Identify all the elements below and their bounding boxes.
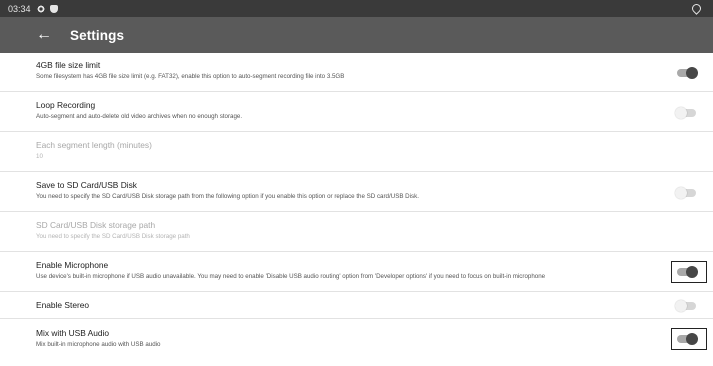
setting-title: Enable Stereo <box>36 300 90 310</box>
switch-knob <box>675 186 687 199</box>
setting-sd-storage-path: SD Card/USB Disk storage path You need t… <box>0 212 713 252</box>
setting-mix-with-usb-audio[interactable]: Mix with USB Audio Mix built-in micropho… <box>0 319 713 359</box>
toggle-switch-enable-stereo[interactable] <box>675 299 696 312</box>
setting-title: SD Card/USB Disk storage path <box>36 220 156 230</box>
setting-segment-length: Each segment length (minutes) 10 <box>0 132 713 172</box>
setting-title: Mix with USB Audio <box>36 328 110 338</box>
setting-subtitle: Mix built-in microphone audio with USB a… <box>36 341 161 348</box>
setting-subtitle: You need to specify the SD Card/USB Disk… <box>36 233 190 240</box>
setting-title: Save to SD Card/USB Disk <box>36 180 137 190</box>
back-arrow-icon[interactable]: ← <box>33 24 55 46</box>
setting-enable-microphone[interactable]: Enable Microphone Use device's built-in … <box>0 252 713 292</box>
switch-knob <box>686 66 698 79</box>
toggle-switch-4gb-limit[interactable] <box>677 66 698 79</box>
setting-title: 4GB file size limit <box>36 60 101 70</box>
page-title: Settings <box>70 27 125 43</box>
setting-4gb-file-size-limit[interactable]: 4GB file size limit Some filesystem has … <box>0 53 713 92</box>
status-bar: 03:34 <box>0 0 713 17</box>
toggle-switch-loop-recording[interactable] <box>675 106 696 119</box>
setting-value: 10 <box>36 153 43 160</box>
setting-title: Loop Recording <box>36 100 96 110</box>
setting-subtitle: Some filesystem has 4GB file size limit … <box>36 73 345 80</box>
setting-subtitle: Use device's built-in microphone if USB … <box>36 273 546 280</box>
setting-subtitle: Auto-segment and auto-delete old video a… <box>36 113 243 120</box>
setting-loop-recording[interactable]: Loop Recording Auto-segment and auto-del… <box>0 92 713 132</box>
toggle-switch-mix-usb-audio[interactable] <box>677 332 698 345</box>
settings-list: 4GB file size limit Some filesystem has … <box>0 53 713 359</box>
toggle-switch-save-to-sd[interactable] <box>675 186 696 199</box>
wifi-icon <box>690 2 703 15</box>
setting-title: Enable Microphone <box>36 260 109 270</box>
shield-icon <box>49 4 58 13</box>
gear-icon <box>36 4 45 13</box>
switch-knob <box>675 106 687 119</box>
app-bar: ← Settings <box>0 17 713 53</box>
setting-save-to-sd-card[interactable]: Save to SD Card/USB Disk You need to spe… <box>0 172 713 212</box>
setting-enable-stereo[interactable]: Enable Stereo <box>0 292 713 319</box>
switch-knob <box>686 332 698 345</box>
status-time: 03:34 <box>8 3 31 14</box>
setting-title: Each segment length (minutes) <box>36 140 152 150</box>
switch-knob <box>686 265 698 278</box>
switch-knob <box>675 299 687 312</box>
setting-subtitle: You need to specify the SD Card/USB Disk… <box>36 193 419 200</box>
toggle-switch-enable-microphone[interactable] <box>677 265 698 278</box>
